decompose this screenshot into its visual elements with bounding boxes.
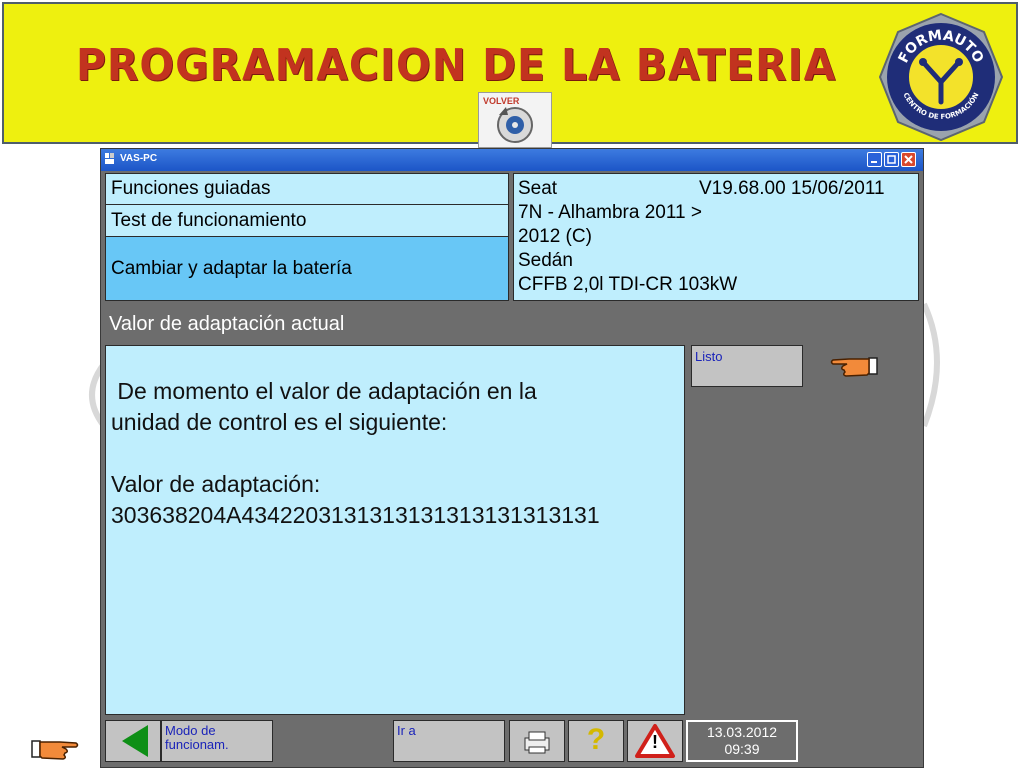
printer-icon xyxy=(524,731,550,754)
back-button[interactable] xyxy=(105,720,161,762)
close-icon xyxy=(904,155,913,164)
minimize-icon xyxy=(871,161,877,163)
vehicle-engine: CFFB 2,0l TDI-CR 103kW xyxy=(518,274,738,295)
datetime-display: 13.03.2012 09:39 xyxy=(686,720,798,762)
slide-pointing-hand-icon xyxy=(31,740,79,760)
vehicle-model-line2: 2012 (C) xyxy=(518,226,592,247)
print-button[interactable] xyxy=(509,720,565,762)
nav-label: Cambiar y adaptar la batería xyxy=(111,258,352,279)
message-panel: De momento el valor de adaptación en la … xyxy=(105,345,685,715)
warning-button[interactable]: ! xyxy=(627,720,683,762)
window-title: VAS-PC xyxy=(120,153,158,164)
page-title: PROGRAMACION DE LA BATERIA xyxy=(76,40,837,91)
close-button[interactable] xyxy=(901,152,916,167)
minimize-button[interactable] xyxy=(867,152,882,167)
vas-pc-window: VAS-PC Funciones guiadas Test de funcion… xyxy=(100,148,924,768)
window-titlebar[interactable]: VAS-PC xyxy=(101,149,923,171)
listo-label: Listo xyxy=(695,349,723,364)
formauto-logo: FORMAUTO CENTRO DE FORMACIÓN xyxy=(878,12,1004,142)
adaptation-value: 303638204A4342203131313131313131313131 xyxy=(111,502,600,528)
goto-button[interactable]: Ir a xyxy=(393,720,505,762)
goto-label: Ir a xyxy=(397,723,416,738)
vehicle-info-panel: Seat V19.68.00 15/06/2011 7N - Alhambra 2… xyxy=(513,173,919,301)
warning-glyph: ! xyxy=(652,732,658,752)
time-text: 09:39 xyxy=(724,741,760,757)
message-line-2: unidad de control es el siguiente: xyxy=(111,409,448,435)
nav-label: Funciones guiadas xyxy=(111,178,271,199)
volver-button[interactable]: VOLVER xyxy=(478,92,552,148)
mode-button[interactable]: Modo de funcionam. xyxy=(161,720,273,762)
help-icon: ? xyxy=(586,723,606,756)
maximize-icon xyxy=(887,155,896,164)
back-arrow-icon xyxy=(122,725,148,757)
background-arc-right xyxy=(921,302,940,428)
app-icon xyxy=(105,153,114,164)
vehicle-body: Sedán xyxy=(518,250,573,271)
listo-button[interactable]: Listo xyxy=(691,345,803,387)
vehicle-model-line1: 7N - Alhambra 2011 > xyxy=(518,202,702,223)
message-line-1: De momento el valor de adaptación en la xyxy=(111,378,537,404)
nav-funciones-guiadas[interactable]: Funciones guiadas xyxy=(105,173,509,205)
vehicle-make: Seat xyxy=(518,178,558,199)
nav-label: Test de funcionamiento xyxy=(111,210,307,231)
nav-test-funcionamiento[interactable]: Test de funcionamiento xyxy=(105,204,509,237)
date-text: 13.03.2012 xyxy=(706,724,778,740)
help-button[interactable]: ? xyxy=(568,720,624,762)
maximize-button[interactable] xyxy=(884,152,899,167)
mode-label-line2: funcionam. xyxy=(165,737,229,752)
pointing-hand-icon xyxy=(830,357,878,377)
header-banner: PROGRAMACION DE LA BATERIA VOLVER FORMAU… xyxy=(2,2,1018,148)
nav-cambiar-adaptar-bateria[interactable]: Cambiar y adaptar la batería xyxy=(105,236,509,301)
adaptation-label: Valor de adaptación: xyxy=(111,471,321,497)
software-version: V19.68.00 15/06/2011 xyxy=(699,178,885,199)
back-disc-icon xyxy=(497,107,533,143)
section-heading: Valor de adaptación actual xyxy=(105,306,919,342)
mode-label-line1: Modo de xyxy=(165,723,216,738)
